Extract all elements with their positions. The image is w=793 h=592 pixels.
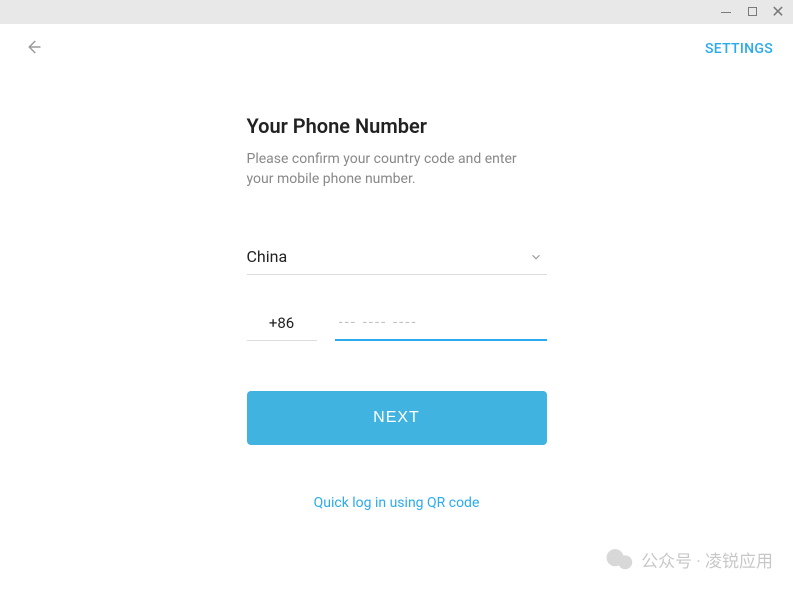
phone-number-input[interactable] [335, 305, 547, 341]
phone-input-row [247, 305, 547, 341]
qr-login-link[interactable]: Quick log in using QR code [247, 495, 547, 511]
minimize-button[interactable] [719, 5, 733, 19]
window-titlebar: ✕ [0, 0, 793, 24]
close-button[interactable]: ✕ [771, 4, 785, 20]
watermark-text: 公众号 · 凌锐应用 [641, 547, 773, 572]
country-value: China [247, 247, 288, 266]
page-title: Your Phone Number [247, 114, 547, 138]
page-subtitle: Please confirm your country code and ent… [247, 150, 547, 189]
back-arrow-icon [24, 38, 42, 56]
country-select[interactable]: China [247, 239, 547, 275]
next-button[interactable]: NEXT [247, 391, 547, 445]
maximize-button[interactable] [745, 5, 759, 19]
settings-link[interactable]: SETTINGS [705, 41, 773, 57]
watermark: 公众号 · 凌锐应用 [605, 547, 773, 572]
back-button[interactable] [20, 34, 46, 64]
chevron-down-icon [529, 250, 543, 264]
dial-code-input[interactable] [247, 305, 317, 341]
topbar: SETTINGS [0, 24, 793, 74]
wechat-icon [605, 548, 633, 572]
login-form: Your Phone Number Please confirm your co… [247, 74, 547, 511]
